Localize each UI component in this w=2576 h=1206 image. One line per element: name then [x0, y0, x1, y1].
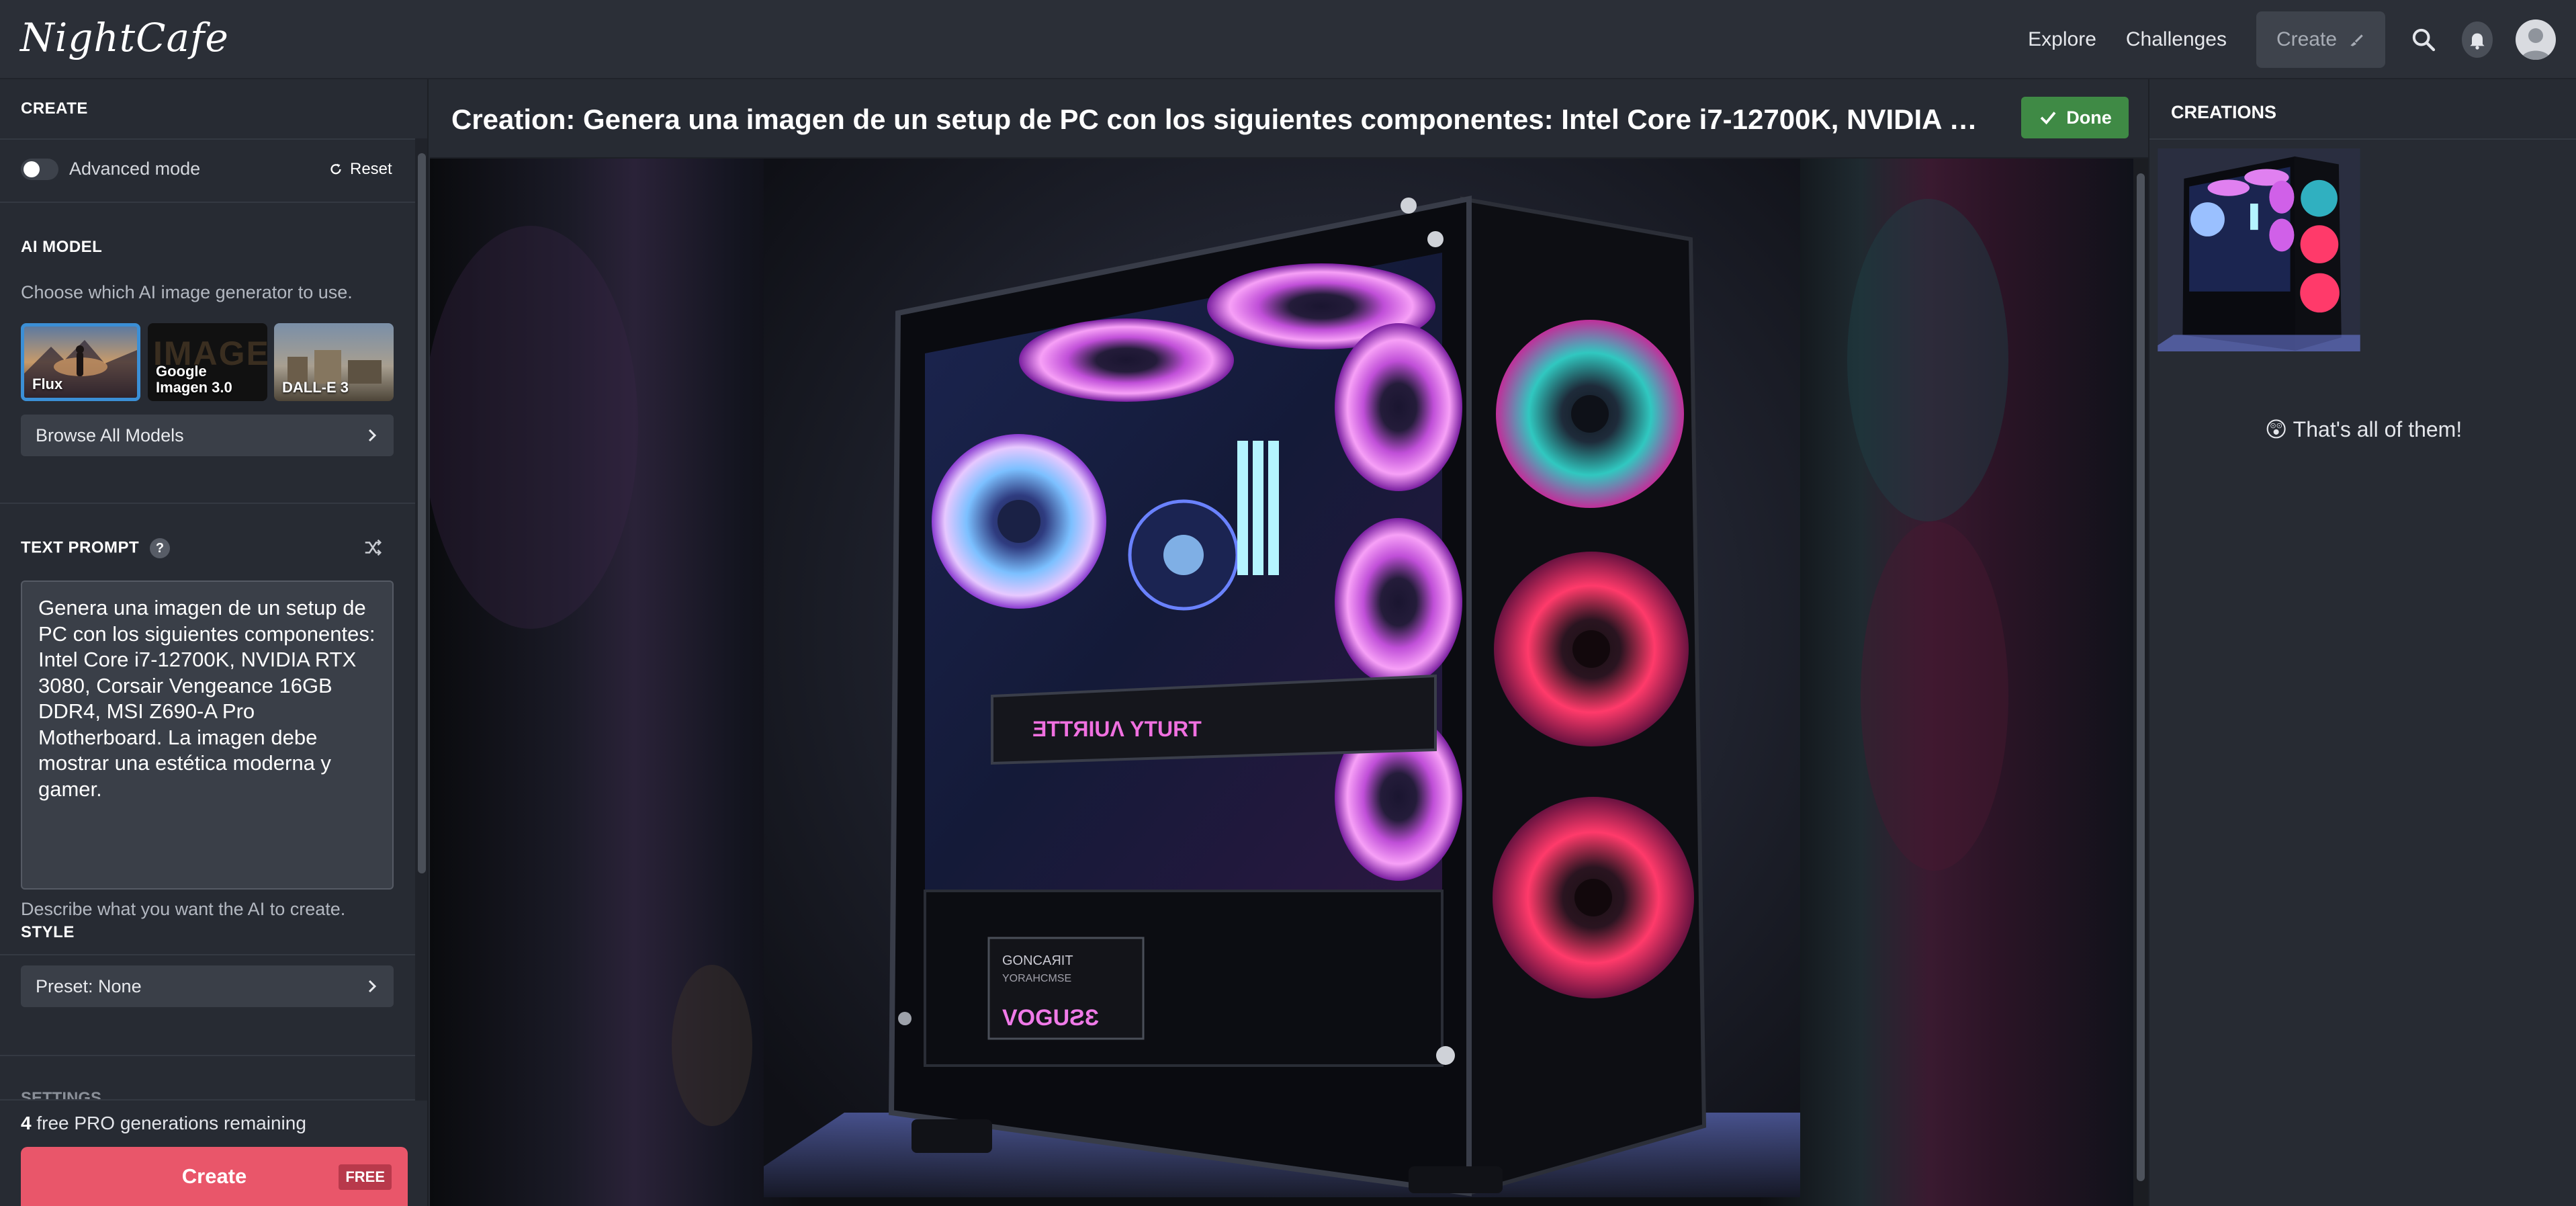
refresh-icon	[330, 163, 341, 175]
advanced-mode-label: Advanced mode	[69, 159, 201, 179]
nav-links: Explore Challenges Create	[2028, 0, 2576, 79]
chevron-right-icon	[368, 980, 377, 993]
end-of-list-message: 😲 That's all of them!	[2265, 417, 2462, 442]
user-avatar[interactable]	[2516, 19, 2556, 60]
ai-model-hint: Choose which AI image generator to use.	[21, 282, 353, 302]
creation-title: Creation: Genera una imagen de un setup …	[451, 103, 1996, 135]
create-panel: CREATE Advanced mode Reset AI MODEL Choo…	[0, 79, 429, 1206]
gpu-label-text: ƎTTЯIUɅ YTURT	[1032, 717, 1202, 741]
divider	[0, 954, 415, 955]
model-flux-label: Flux	[32, 376, 63, 392]
nightcafe-logo[interactable]: NightCafe	[20, 15, 229, 60]
case-plate-line1: GONCAЯIT	[1002, 953, 1073, 968]
case-plate-line3: VOGUƧƐ	[1002, 1005, 1099, 1031]
divider	[0, 1055, 415, 1056]
end-of-list-text: That's all of them!	[2293, 417, 2462, 441]
case-plate-line2: YORAHCMSE	[1002, 973, 1071, 984]
divider	[0, 202, 415, 203]
pc-case-render: ƎTTЯIUɅ YTURT GONCAЯIT YORAHCMSE VOGUƧƐ	[764, 159, 1800, 1197]
viewer-scroll-thumb[interactable]	[2137, 173, 2145, 1181]
create-button-label: Create	[181, 1164, 247, 1188]
done-button[interactable]: Done	[2021, 97, 2129, 138]
bell-icon	[2462, 21, 2493, 58]
divider	[0, 503, 415, 504]
pro-remaining-count: 4	[21, 1113, 32, 1133]
creations-title: CREATIONS	[2171, 102, 2277, 122]
creation-header: Creation: Genera una imagen de un setup …	[430, 79, 2148, 159]
done-label: Done	[2066, 107, 2112, 128]
divider	[2149, 138, 2576, 140]
pro-remaining-text: 4 free PRO generations remaining	[21, 1113, 306, 1134]
brush-icon	[2350, 34, 2363, 46]
style-title: STYLE	[21, 923, 75, 941]
text-prompt-title: TEXT PROMPT?	[21, 538, 171, 558]
create-panel-title: CREATE	[21, 99, 88, 118]
check-icon	[2040, 112, 2056, 125]
text-prompt-input[interactable]: Genera una imagen de un setup de PC con …	[21, 580, 394, 890]
text-prompt-title-text: TEXT PROMPT	[21, 538, 140, 557]
free-badge: FREE	[339, 1164, 392, 1190]
help-icon[interactable]: ?	[150, 538, 171, 558]
notifications-button[interactable]	[2462, 21, 2493, 58]
reset-label: Reset	[350, 160, 392, 178]
nav-explore-link[interactable]: Explore	[2028, 28, 2096, 51]
creations-panel: CREATIONS 😲 That's all of them!	[2148, 79, 2576, 1206]
advanced-mode-toggle[interactable]	[21, 159, 58, 180]
thumbnail-image	[2158, 148, 2360, 351]
nav-challenges-link[interactable]: Challenges	[2126, 28, 2227, 51]
creation-thumbnail[interactable]	[2158, 148, 2360, 351]
style-preset-button[interactable]: Preset: None	[21, 965, 394, 1007]
top-nav: NightCafe Explore Challenges Create	[0, 0, 2576, 79]
create-button[interactable]: Create FREE	[21, 1147, 408, 1206]
model-tile-imagen[interactable]: IMAGEN Google Imagen 3.0	[148, 323, 267, 401]
model-tile-dalle[interactable]: DALL-E 3	[274, 323, 394, 401]
reset-button[interactable]: Reset	[328, 160, 392, 179]
search-icon[interactable]	[2408, 24, 2439, 55]
browse-models-label: Browse All Models	[36, 425, 184, 445]
model-dalle-label: DALL-E 3	[282, 379, 349, 396]
ai-model-title: AI MODEL	[21, 238, 103, 256]
model-tile-flux[interactable]: Flux	[21, 323, 140, 401]
left-panel-scroll-thumb[interactable]	[418, 153, 426, 873]
model-imagen-label: Google Imagen 3.0	[156, 363, 232, 396]
generated-image[interactable]: ƎTTЯIUɅ YTURT GONCAЯIT YORAHCMSE VOGUƧƐ	[764, 159, 1800, 1197]
pro-remaining-label: free PRO generations remaining	[31, 1113, 306, 1133]
text-prompt-hint: Describe what you want the AI to create.	[21, 899, 346, 919]
nav-create-button[interactable]: Create	[2256, 11, 2385, 68]
nav-create-label: Create	[2276, 28, 2338, 50]
divider	[0, 138, 415, 140]
shuffle-icon[interactable]	[363, 537, 383, 558]
astonished-emoji-icon: 😲	[2265, 417, 2288, 441]
style-preset-label: Preset: None	[36, 976, 142, 996]
creation-viewer: ƎTTЯIUɅ YTURT GONCAЯIT YORAHCMSE VOGUƧƐ	[430, 79, 2148, 1206]
browse-models-button[interactable]: Browse All Models	[21, 415, 394, 456]
settings-title: SETTINGS	[21, 1089, 102, 1099]
chevron-right-icon	[368, 429, 377, 442]
